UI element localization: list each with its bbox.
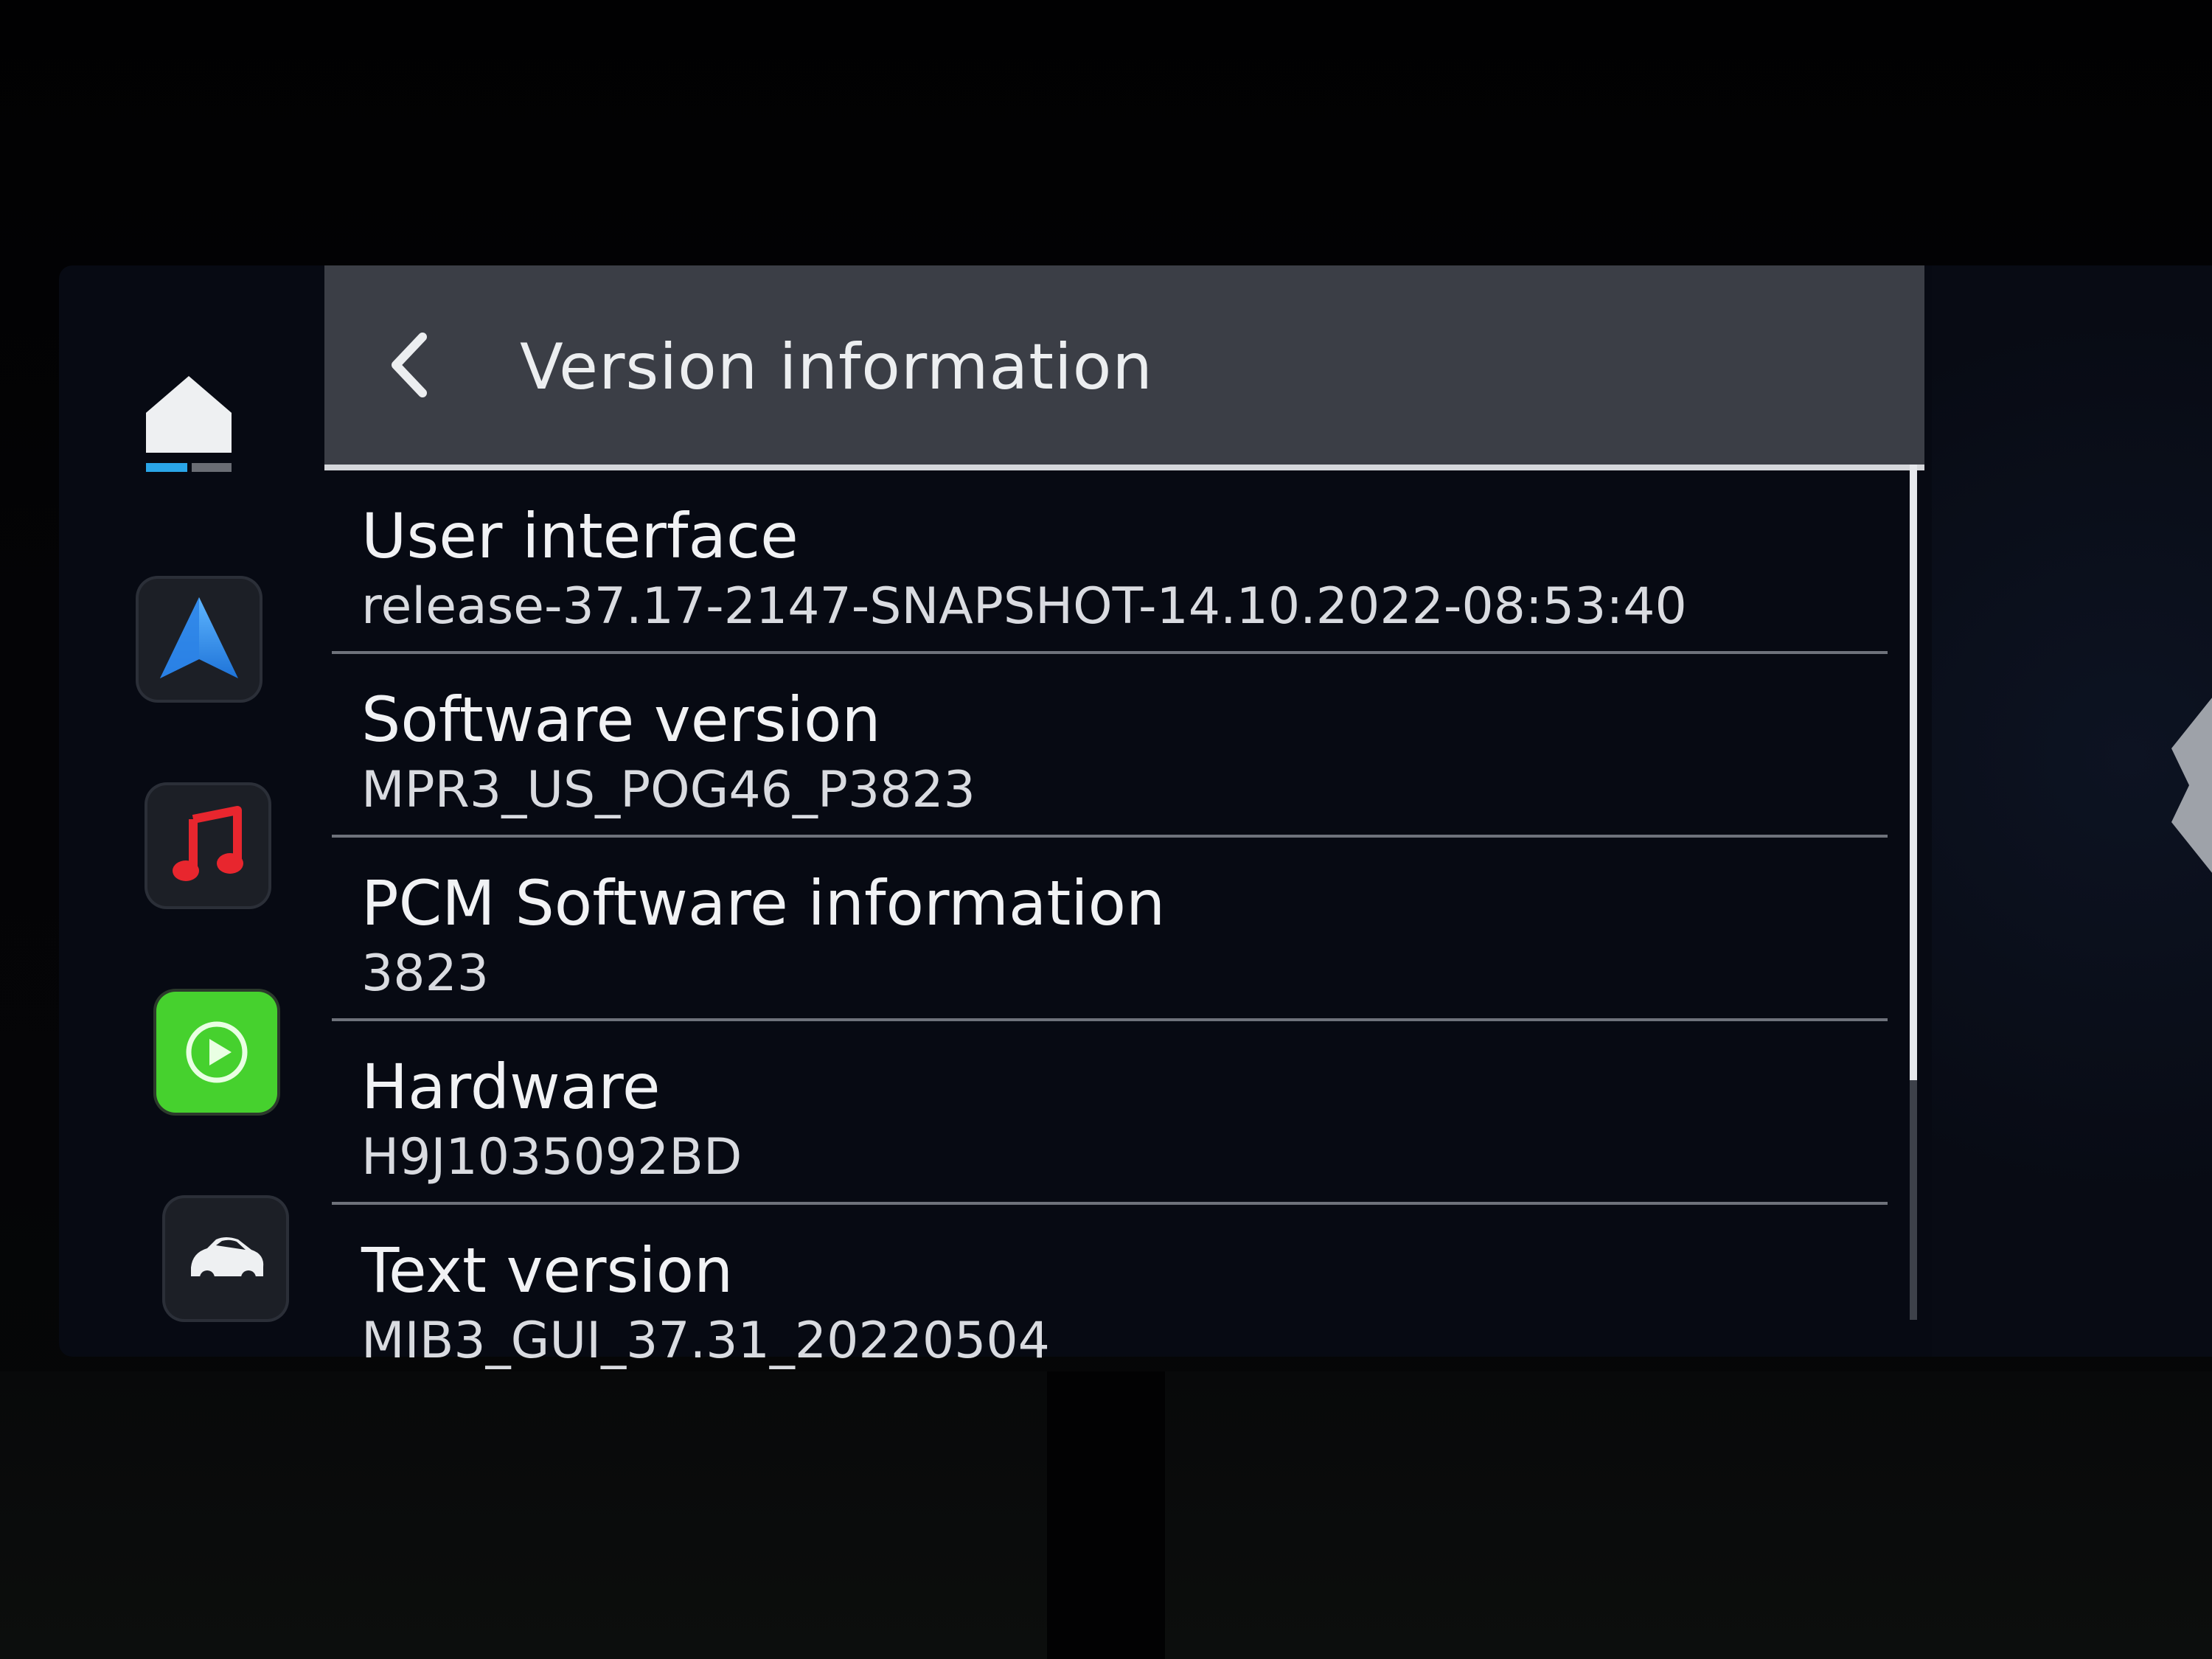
- list-item-user-interface: User interface release-37.17-2147-SNAPSH…: [332, 470, 1888, 654]
- home-indicator-active: [146, 463, 187, 472]
- list-item-pcm-software-information: PCM Software information 3823: [332, 838, 1888, 1021]
- carplay-icon: [186, 1021, 248, 1083]
- screen-right-area: [1932, 265, 2212, 1357]
- car-icon: [191, 1237, 264, 1285]
- list-item-label: User interface: [361, 500, 799, 572]
- list-item-label: PCM Software information: [361, 867, 1166, 939]
- list-item-software-version: Software version MPR3_US_POG46_P3823: [332, 654, 1888, 838]
- navigation-button[interactable]: [139, 579, 260, 700]
- home-icon: [146, 376, 232, 453]
- list-item-label: Hardware: [361, 1051, 661, 1123]
- version-list: User interface release-37.17-2147-SNAPSH…: [324, 470, 1902, 1385]
- navigation-arrow-icon: [160, 597, 238, 678]
- carplay-button[interactable]: [156, 992, 277, 1113]
- chevron-left-icon: [392, 333, 427, 397]
- left-rail: [59, 288, 310, 1335]
- home-button[interactable]: [146, 376, 232, 472]
- list-item-label: Software version: [361, 684, 881, 756]
- list-item-value: H9J1035092BD: [361, 1128, 742, 1186]
- list-item-value: release-37.17-2147-SNAPSHOT-14.10.2022-0…: [361, 577, 1687, 636]
- page-title: Version information: [520, 330, 1153, 404]
- scrollbar[interactable]: [1910, 465, 1917, 1320]
- list-item-text-version: Text version MIB3_GUI_37.31_20220504: [332, 1205, 1888, 1385]
- list-item-hardware: Hardware H9J1035092BD: [332, 1021, 1888, 1205]
- dashboard-seam: [1047, 1371, 1165, 1659]
- vehicle-button[interactable]: [165, 1198, 286, 1319]
- version-information-panel: Version information User interface relea…: [324, 265, 1924, 1370]
- scrollbar-thumb[interactable]: [1910, 465, 1917, 1081]
- page-header: Version information: [324, 265, 1924, 470]
- home-indicator-inactive: [192, 463, 232, 472]
- list-item-value: MPR3_US_POG46_P3823: [361, 761, 975, 819]
- list-item-value: 3823: [361, 945, 490, 1003]
- back-button[interactable]: [369, 324, 450, 406]
- list-item-value: MIB3_GUI_37.31_20220504: [361, 1312, 1050, 1370]
- music-note-icon: [173, 806, 243, 881]
- list-item-label: Text version: [361, 1234, 734, 1307]
- music-button[interactable]: [147, 785, 268, 906]
